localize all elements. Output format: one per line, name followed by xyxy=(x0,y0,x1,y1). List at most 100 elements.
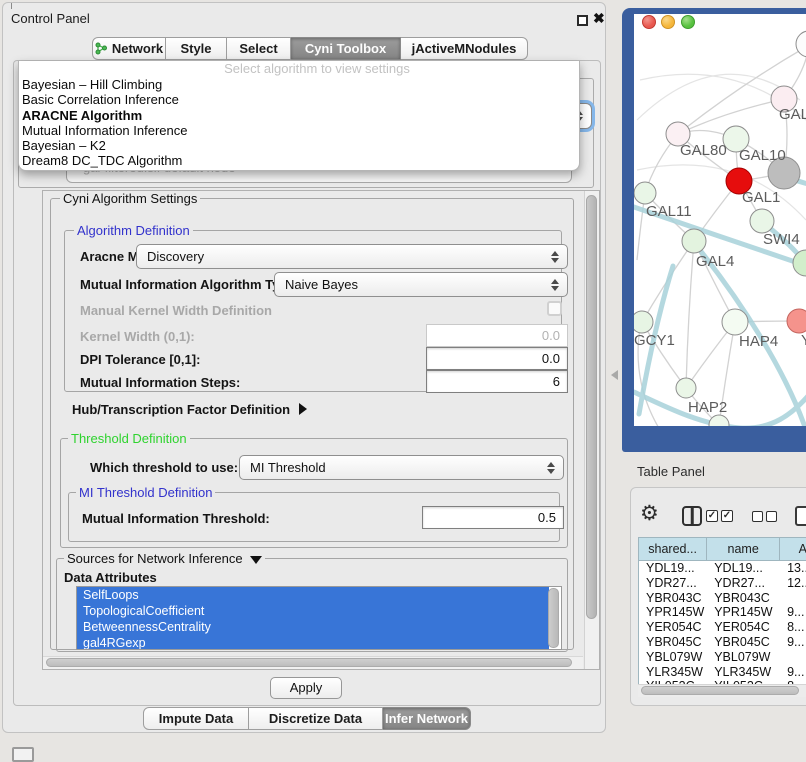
node-label-gcy1: GCY1 xyxy=(634,332,675,349)
table-cell: YBR043C xyxy=(707,591,780,606)
manual-kernel-checkbox[interactable] xyxy=(547,301,562,316)
attributes-vscrollbar-thumb[interactable] xyxy=(548,588,559,648)
table-cell: YLR345W xyxy=(639,665,707,680)
mi-steps-value: 6 xyxy=(553,374,560,389)
table-hscrollbar-thumb[interactable] xyxy=(641,686,799,695)
which-threshold-combo[interactable]: MI Threshold xyxy=(239,455,564,480)
select-all-checkbox-icon-2[interactable]: ✓ xyxy=(721,510,733,522)
table-row[interactable]: YDR27...YDR27...12... xyxy=(639,576,806,591)
data-attributes-list[interactable]: SelfLoopsTopologicalCoefficientBetweenne… xyxy=(76,586,562,650)
table-cell: YDL19... xyxy=(639,561,707,576)
column-browser-icon[interactable] xyxy=(682,506,702,526)
node-label-gal11: GAL11 xyxy=(646,203,692,220)
aracne-mode-combo[interactable]: Discovery xyxy=(136,244,568,269)
deselect-all-checkbox-icon-2[interactable] xyxy=(766,511,777,522)
hub-definition-label: Hub/Transcription Factor Definition xyxy=(72,402,290,417)
algorithm-definition-title: Algorithm Definition xyxy=(74,223,193,238)
tab-network[interactable]: Network xyxy=(92,37,166,60)
apply-button-label: Apply xyxy=(290,680,323,695)
panel-splitter-handle[interactable] xyxy=(611,370,618,380)
attribute-item-gal4rgexp[interactable]: gal4RGexp xyxy=(77,635,549,650)
algorithm-option-bayesian-hill-climbing[interactable]: Bayesian – Hill Climbing xyxy=(19,77,579,92)
cyni-algorithm-settings-title: Cyni Algorithm Settings xyxy=(60,191,200,206)
table-cell: 8... xyxy=(780,620,806,635)
table-cell: YLR345W xyxy=(707,665,780,680)
table-cell: YER054C xyxy=(639,620,707,635)
dpi-tolerance-field[interactable]: 0.0 xyxy=(426,347,568,370)
control-panel-title: Control Panel xyxy=(11,11,90,26)
tab-cyni-toolbox[interactable]: Cyni Toolbox xyxy=(291,37,401,60)
node-label-swi4: SWI4 xyxy=(763,231,800,248)
deselect-all-checkbox-icon[interactable] xyxy=(752,511,763,522)
settings-hscrollbar-thumb[interactable] xyxy=(46,658,572,667)
algorithm-option-mutual-information-inference[interactable]: Mutual Information Inference xyxy=(19,123,579,138)
network-canvas[interactable]: GALGAL80GAL10GAL1GAL11SWI4GAL4GCY1HAP4YH… xyxy=(634,14,806,426)
mi-steps-field[interactable]: 6 xyxy=(426,370,568,393)
node-label-hap2: HAP2 xyxy=(688,399,727,416)
algorithm-option-dream8-dc-tdc-algorithm[interactable]: Dream8 DC_TDC Algorithm xyxy=(19,153,579,168)
network-node[interactable] xyxy=(709,415,729,426)
table-row[interactable]: YBR045CYBR045C9... xyxy=(639,635,806,650)
table-cell: 9... xyxy=(780,665,806,680)
tab-style[interactable]: Style xyxy=(166,37,227,60)
close-icon[interactable]: ✖ xyxy=(593,10,605,27)
gear-icon[interactable]: ⚙ xyxy=(640,501,659,526)
table-cell: YDR27... xyxy=(707,576,780,591)
tab-discretize-data[interactable]: Discretize Data xyxy=(249,707,383,730)
table-row[interactable]: YER054CYER054C8... xyxy=(639,620,806,635)
algorithm-option-bayesian-k2[interactable]: Bayesian – K2 xyxy=(19,138,579,153)
algorithm-option-basic-correlation-inference[interactable]: Basic Correlation Inference xyxy=(19,92,579,107)
table-cell: YBR045C xyxy=(707,635,780,650)
network-node-gal11[interactable] xyxy=(634,182,656,204)
table-cell: YPR145W xyxy=(707,605,780,620)
attribute-item-betweennesscentrality[interactable]: BetweennessCentrality xyxy=(77,619,549,635)
float-window-icon[interactable] xyxy=(577,15,588,26)
tab-label: Style xyxy=(180,41,211,56)
hub-definition-toggle[interactable]: Hub/Transcription Factor Definition xyxy=(72,402,307,417)
table-row[interactable]: YLR345WYLR345W9... xyxy=(639,665,806,680)
table-row[interactable]: YPR145WYPR145W9... xyxy=(639,605,806,620)
collapsed-arrow-icon xyxy=(299,403,307,415)
import-table-icon[interactable] xyxy=(795,506,806,526)
table-row[interactable]: YBL079WYBL079W xyxy=(639,650,806,665)
minimized-panel-icon[interactable] xyxy=(12,747,34,762)
node-table[interactable]: shared...nameA... YDL19...YDL19...13...Y… xyxy=(638,537,806,697)
attribute-item-topologicalcoefficient[interactable]: TopologicalCoefficient xyxy=(77,603,549,619)
tab-infer-network[interactable]: Infer Network xyxy=(383,707,471,730)
sources-group-title[interactable]: Sources for Network Inference xyxy=(64,551,265,566)
table-body: YDL19...YDL19...13...YDR27...YDR27...12.… xyxy=(639,561,806,694)
mi-threshold-field[interactable]: 0.5 xyxy=(422,506,564,529)
column-header-a[interactable]: A... xyxy=(780,538,806,560)
tab-impute-data[interactable]: Impute Data xyxy=(143,707,249,730)
node-label-gal1: GAL1 xyxy=(742,189,780,206)
column-header-name[interactable]: name xyxy=(707,538,780,560)
network-node-y[interactable] xyxy=(787,309,806,333)
table-row[interactable]: YDL19...YDL19...13... xyxy=(639,561,806,576)
settings-vscrollbar-thumb[interactable] xyxy=(586,195,597,619)
algorithm-option-aracne-algorithm[interactable]: ARACNE Algorithm xyxy=(19,108,579,123)
mi-type-combo[interactable]: Naive Bayes xyxy=(274,272,568,297)
attribute-item-selfloops[interactable]: SelfLoops xyxy=(77,587,549,603)
network-node-gal4[interactable] xyxy=(682,229,706,253)
column-header-shared[interactable]: shared... xyxy=(639,538,707,560)
apply-button[interactable]: Apply xyxy=(270,677,342,699)
bottom-tabs: Impute DataDiscretize DataInfer Network xyxy=(143,707,471,730)
manual-kernel-label: Manual Kernel Width Definition xyxy=(80,303,272,318)
kernel-width-label: Kernel Width (0,1): xyxy=(80,329,195,344)
tab-jactivemnodules[interactable]: jActiveMNodules xyxy=(401,37,528,60)
mi-type-value: Naive Bayes xyxy=(285,273,358,297)
table-row[interactable]: YBR043CYBR043C xyxy=(639,591,806,606)
network-node-hap4[interactable] xyxy=(722,309,748,335)
table-cell: YPR145W xyxy=(639,605,707,620)
network-node-swi4[interactable] xyxy=(750,209,774,233)
kernel-width-field[interactable]: 0.0 xyxy=(426,324,568,347)
network-node-hap2[interactable] xyxy=(676,378,696,398)
select-all-checkbox-icon[interactable]: ✓ xyxy=(706,510,718,522)
tab-select[interactable]: Select xyxy=(227,37,291,60)
network-node[interactable] xyxy=(796,31,806,57)
aracne-mode-value: Discovery xyxy=(147,245,204,269)
network-node-gcy1[interactable] xyxy=(634,311,653,333)
node-label-gal80: GAL80 xyxy=(680,142,727,159)
table-cell: YDL19... xyxy=(707,561,780,576)
which-threshold-label: Which threshold to use: xyxy=(90,460,238,475)
